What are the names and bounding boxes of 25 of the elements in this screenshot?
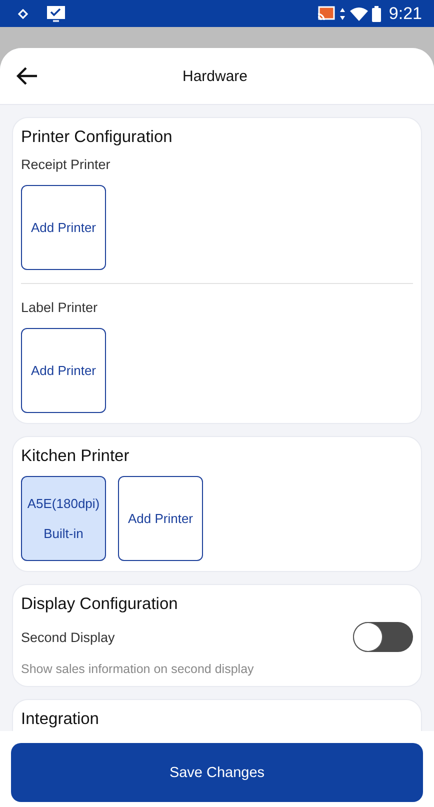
add-printer-button[interactable]: Add Printer <box>21 328 106 413</box>
section-title: Printer Configuration <box>21 128 174 147</box>
printer-tile[interactable]: A5E(180dpi) Built-in <box>21 476 106 561</box>
battery-icon <box>372 6 381 22</box>
wifi-icon <box>350 6 368 20</box>
monitor-check-icon <box>46 4 66 22</box>
setting-label: Second Display <box>21 630 115 644</box>
status-time: 9:21 <box>388 4 422 24</box>
back-arrow-icon <box>16 67 38 85</box>
section-title: Integration <box>21 710 100 729</box>
screen-title: Hardware <box>181 68 249 84</box>
group-label: Receipt Printer <box>21 157 112 172</box>
save-changes-button[interactable]: Save Changes <box>11 743 423 802</box>
group-label: Label Printer <box>21 300 99 315</box>
add-printer-button[interactable]: Add Printer <box>118 476 203 561</box>
add-printer-button[interactable]: Add Printer <box>21 185 106 270</box>
printer-type: Built-in <box>44 526 84 541</box>
toggle-switch[interactable] <box>353 622 413 652</box>
cast-icon <box>316 6 335 22</box>
section-title: Display Configuration <box>21 595 179 614</box>
printer-name: A5E(180dpi) <box>27 496 100 511</box>
data-arrows-icon <box>338 6 346 20</box>
notification-icon <box>18 8 28 18</box>
section-title: Kitchen Printer <box>21 447 130 466</box>
setting-description: Show sales information on second display <box>21 662 255 676</box>
